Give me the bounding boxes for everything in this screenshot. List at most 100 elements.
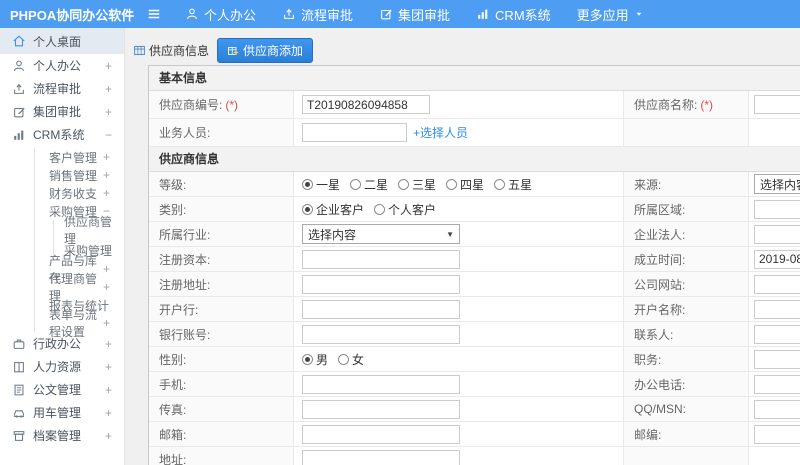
sidebar-item-crm-system[interactable]: CRM系统 − (0, 123, 124, 146)
legal-person-input[interactable] (754, 224, 800, 244)
chart-icon (14, 130, 24, 140)
briefcase-icon (13, 339, 25, 349)
founding-date-input[interactable] (754, 249, 800, 269)
radio-level-4[interactable] (446, 178, 458, 190)
hamburger-icon (147, 9, 161, 19)
gender-radio-group: 男 女 (294, 347, 624, 371)
sidebar-item-personal-desktop[interactable]: 个人桌面 (0, 28, 124, 54)
sidebar-item-supplier-management[interactable]: 供应商管理 (54, 215, 124, 246)
form-row: 开户行: 开户名称: (149, 297, 800, 322)
form-row: 类别: 企业客户 个人客户 所属区域: (149, 197, 800, 222)
expand-toggle[interactable]: + (105, 82, 112, 96)
radio-level-2[interactable] (350, 178, 362, 190)
industry-select[interactable]: 选择内容 ▼ (302, 224, 460, 244)
nav-personal-office[interactable]: 个人办公 (185, 5, 256, 24)
car-icon (14, 409, 24, 418)
fax-input[interactable] (302, 399, 460, 419)
expand-toggle[interactable]: + (105, 105, 112, 119)
sidebar-item-customer-management[interactable]: 客户管理 + (35, 148, 124, 166)
supplier-code-label: 供应商编号: (159, 98, 223, 112)
nav-group-approval[interactable]: 集团审批 (379, 5, 450, 24)
topbar: PHPOA协同办公软件 个人办公 流程审批 集团审批 CRM系统 更多应用 (0, 0, 800, 28)
nav-crm-system[interactable]: CRM系统 (476, 5, 551, 24)
form-row: 供应商编号: (*) 供应商名称: (*) (149, 91, 800, 119)
radio-male[interactable] (302, 353, 313, 365)
level-radio-group: 一星 二星 三星 四星 五星 (294, 172, 624, 196)
position-input[interactable] (754, 349, 800, 369)
company-website-input[interactable] (754, 274, 800, 294)
radio-level-1[interactable] (302, 178, 313, 190)
top-navigation: 个人办公 流程审批 集团审批 CRM系统 更多应用 (185, 5, 644, 24)
tab-bar: 供应商信息 供应商添加 (125, 28, 800, 64)
choose-staff-link[interactable]: +选择人员 (413, 124, 468, 141)
sidebar-item-administration[interactable]: 行政办公 + (0, 332, 124, 355)
sidebar-item-finance[interactable]: 财务收支 + (35, 184, 124, 202)
supplier-add-form: 基本信息 供应商编号: (*) 供应商名称: (*) 业务人员: (148, 65, 800, 465)
crm-submenu: 客户管理 + 销售管理 + 财务收支 + 采购管理 − 供应商管理 采购管理 产… (34, 148, 124, 339)
form-row: 等级: 一星 二星 三星 四星 五星 来源: 选择内容 ▼ (149, 172, 800, 197)
contact-person-input[interactable] (754, 324, 800, 344)
staff-input[interactable] (302, 123, 407, 142)
sidebar-item-sales-management[interactable]: 销售管理 + (35, 166, 124, 184)
archive-icon (13, 430, 25, 441)
sidebar-item-process-approval[interactable]: 流程审批 + (0, 77, 124, 100)
book-icon (14, 361, 24, 372)
edit-icon (14, 106, 26, 117)
nav-process-approval[interactable]: 流程审批 (282, 5, 353, 24)
mobile-input[interactable] (302, 374, 460, 394)
sidebar-item-agent-management[interactable]: 代理商管理 + (35, 272, 124, 303)
caret-down-icon: ▼ (446, 229, 454, 239)
radio-level-3[interactable] (398, 178, 410, 190)
form-row: 注册资本: 成立时间: (149, 247, 800, 272)
sidebar-item-form-process-settings[interactable]: 表单与流程设置 + (35, 308, 124, 339)
form-row: 注册地址: 公司网站: (149, 272, 800, 297)
radio-enterprise-customer[interactable] (302, 203, 313, 215)
region-input[interactable] (754, 199, 800, 219)
sidebar-item-human-resources[interactable]: 人力资源 + (0, 355, 124, 378)
bank-account-input[interactable] (302, 324, 460, 344)
office-phone-input[interactable] (754, 374, 800, 394)
table-icon (134, 45, 145, 56)
form-row: 银行账号: 联系人: (149, 322, 800, 347)
sidebar-item-document-management[interactable]: 公文管理 + (0, 378, 124, 401)
user-icon (14, 60, 24, 71)
tab-supplier-info[interactable]: 供应商信息 (133, 42, 209, 59)
supplier-name-input[interactable] (754, 95, 800, 114)
address-input[interactable] (302, 449, 460, 465)
source-select[interactable]: 选择内容 ▼ (754, 174, 800, 194)
bank-input[interactable] (302, 299, 460, 319)
sidebar-item-archive-management[interactable]: 档案管理 + (0, 424, 124, 447)
qq-msn-input[interactable] (754, 399, 800, 419)
tab-supplier-add[interactable]: 供应商添加 (217, 38, 314, 63)
registered-capital-input[interactable] (302, 249, 460, 269)
email-input[interactable] (302, 424, 460, 444)
sidebar-item-group-approval[interactable]: 集团审批 + (0, 100, 124, 123)
table-add-icon (227, 46, 239, 55)
caret-down-icon (636, 12, 642, 16)
section-header-basic: 基本信息 (149, 66, 800, 91)
radio-individual-customer[interactable] (374, 203, 386, 215)
nav-more-apps[interactable]: 更多应用 (577, 5, 644, 24)
form-row: 传真: QQ/MSN: (149, 397, 800, 422)
form-row: 地址: (149, 447, 800, 465)
collapse-toggle[interactable]: − (105, 128, 112, 142)
document-icon (14, 384, 24, 395)
sidebar-item-vehicle-management[interactable]: 用车管理 + (0, 401, 124, 424)
registered-address-input[interactable] (302, 274, 460, 294)
process-icon (14, 83, 24, 94)
form-row: 性别: 男 女 职务: (149, 347, 800, 372)
required-mark: (*) (225, 97, 239, 112)
section-header-supplier: 供应商信息 (149, 147, 800, 172)
form-row: 手机: 办公电话: (149, 372, 800, 397)
account-name-input[interactable] (754, 299, 800, 319)
supplier-code-input[interactable] (302, 95, 430, 114)
category-radio-group: 企业客户 个人客户 (294, 197, 624, 221)
expand-toggle[interactable]: + (105, 59, 112, 73)
sidebar-item-personal-office[interactable]: 个人办公 + (0, 54, 124, 77)
postcode-input[interactable] (754, 424, 800, 444)
menu-toggle-button[interactable] (147, 7, 161, 21)
user-icon (187, 8, 197, 20)
supplier-name-label: 供应商名称: (634, 98, 698, 112)
radio-level-5[interactable] (494, 178, 506, 190)
radio-female[interactable] (338, 353, 350, 365)
